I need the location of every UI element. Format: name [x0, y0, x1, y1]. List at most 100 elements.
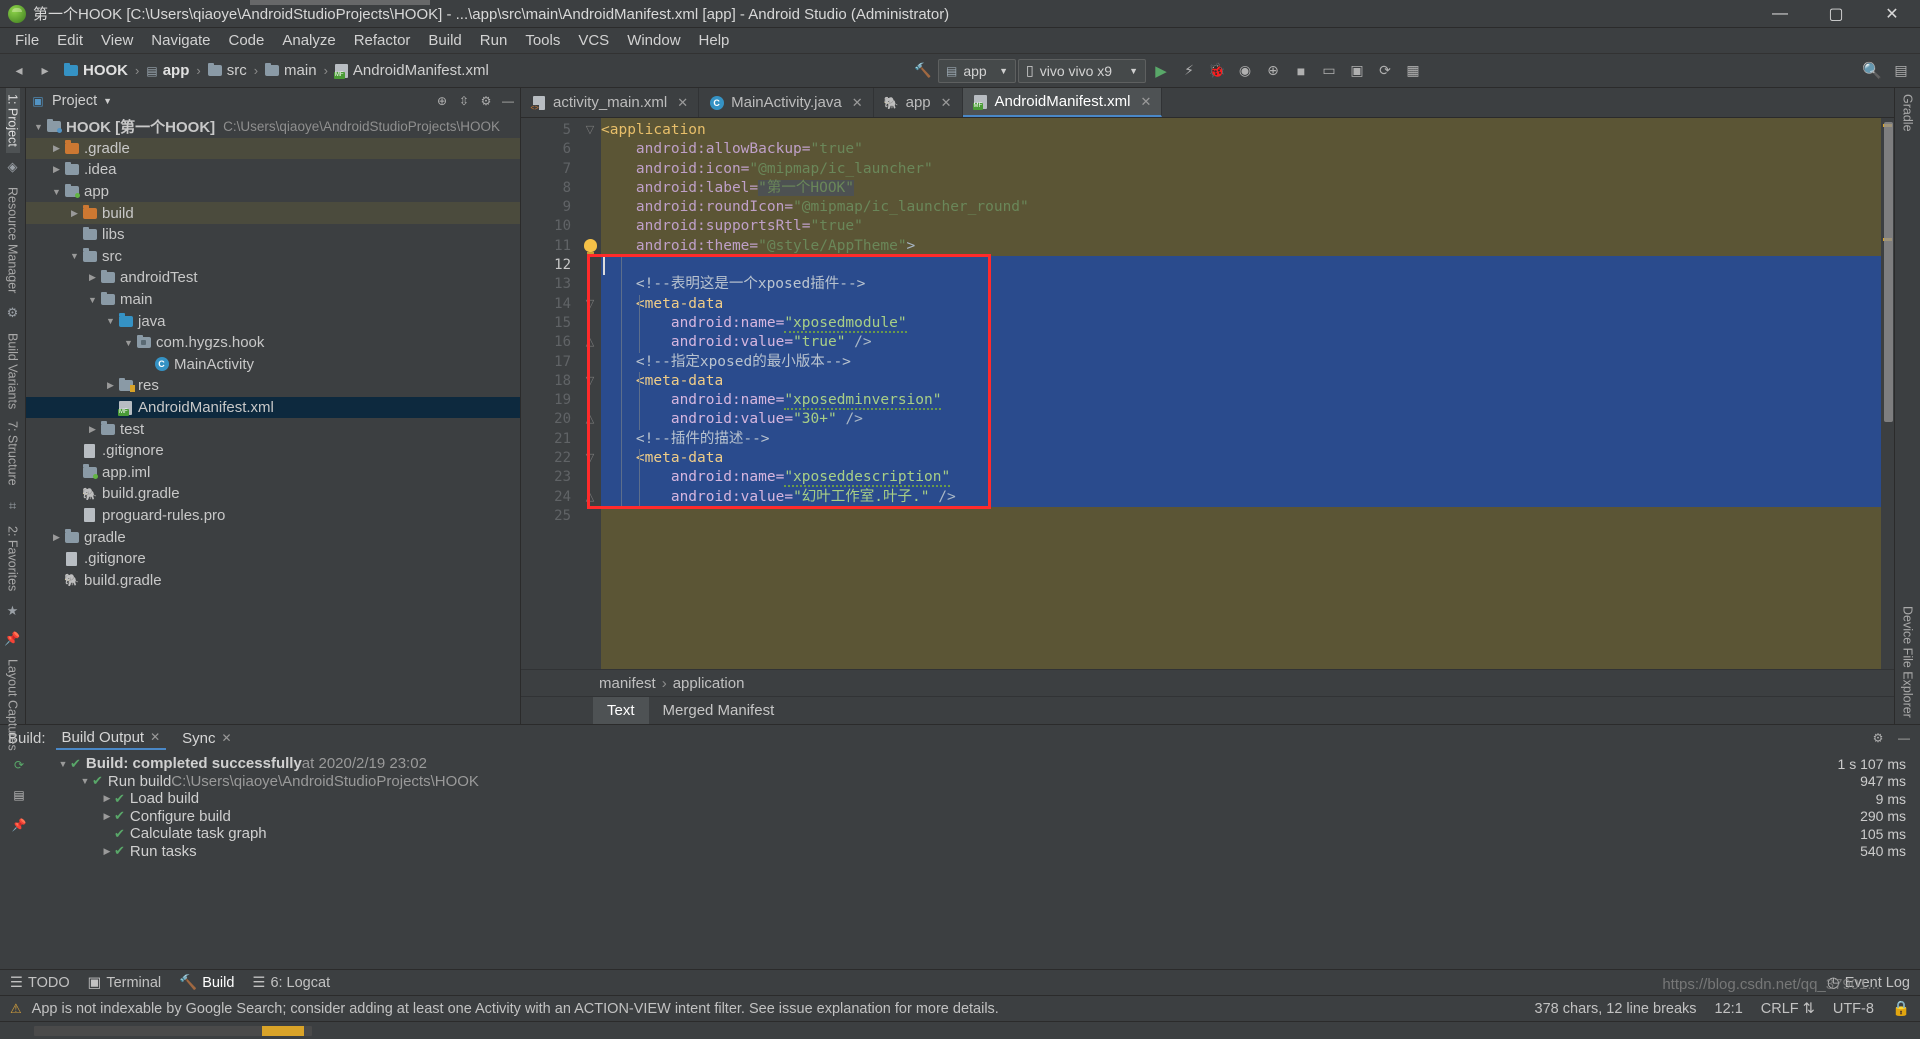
- close-icon[interactable]: ✕: [852, 95, 863, 111]
- chevron-down-icon[interactable]: ▼: [78, 776, 92, 786]
- forward-icon[interactable]: ▸: [32, 59, 58, 83]
- strip-item-terminal[interactable]: ▣ Terminal: [88, 975, 162, 991]
- chevron-right-icon[interactable]: ▶: [100, 793, 114, 804]
- tab-merged-manifest[interactable]: Merged Manifest: [649, 697, 789, 724]
- settings-icon-build[interactable]: ⚙: [1870, 730, 1886, 746]
- build-output-tree[interactable]: ▼ ✔ Build: completed successfully at 2020/…: [38, 751, 1920, 969]
- rail-item-favorites[interactable]: 2: Favorites: [6, 520, 20, 597]
- code-line[interactable]: android:theme="@style/AppTheme">: [601, 237, 1881, 256]
- project-tree-item-hook-hook-[interactable]: ▼ HOOK [第一个HOOK] C:\Users\qiaoye\AndroidSt…: [26, 116, 520, 138]
- code-line[interactable]: <meta-data: [601, 371, 1881, 392]
- rerun-icon[interactable]: ⟳: [11, 757, 27, 773]
- rail-item-project[interactable]: 1: Project: [5, 88, 20, 153]
- chevron-down-icon[interactable]: ▼: [56, 759, 70, 769]
- project-tree-item-androidmanifest-xml[interactable]: AndroidManifest.xml: [26, 396, 520, 419]
- code-line[interactable]: android:value="true" />: [601, 333, 1881, 353]
- caret-position[interactable]: 12:1: [1715, 1001, 1743, 1017]
- lock-icon[interactable]: 🔒: [1892, 1000, 1910, 1017]
- hide-icon[interactable]: —: [500, 93, 516, 109]
- code-fold-toggle[interactable]: △: [579, 333, 601, 352]
- back-icon[interactable]: ◂: [6, 59, 32, 83]
- filter-icon[interactable]: ▤: [11, 787, 27, 803]
- sync-gradle-icon[interactable]: ⟳: [1372, 59, 1398, 83]
- code-line[interactable]: [601, 507, 1881, 526]
- code-line[interactable]: android:value="幻叶工作室.叶子." />: [601, 487, 1881, 507]
- code-folding-gutter[interactable]: ▽ ▽ △ ▽ △ ▽ △: [579, 118, 601, 669]
- close-icon[interactable]: ✕: [1140, 94, 1151, 110]
- stop-icon[interactable]: ■: [1288, 59, 1314, 83]
- editor-tab-app[interactable]: 🐘 app ✕: [874, 88, 963, 117]
- rail-item-gradle[interactable]: Gradle: [1901, 88, 1915, 138]
- project-structure-icon[interactable]: ▤: [1888, 59, 1914, 83]
- chevron-down-icon[interactable]: ▼: [122, 338, 135, 348]
- breadcrumb-item-hook[interactable]: HOOK: [60, 60, 132, 81]
- avd-manager-icon[interactable]: ▭: [1316, 59, 1342, 83]
- build-output-row[interactable]: ▼ ✔ Build: completed successfully at 2020/…: [38, 755, 1920, 773]
- chevron-right-icon[interactable]: ▶: [68, 208, 81, 219]
- project-tree-item-build-gradle[interactable]: 🐘 build.gradle: [26, 483, 520, 505]
- tab-build-output[interactable]: Build Output ✕: [55, 727, 167, 750]
- chevron-down-icon[interactable]: ▼: [50, 187, 63, 197]
- menu-file[interactable]: File: [6, 30, 48, 51]
- run-configuration-selector[interactable]: ▤ app ▼: [938, 58, 1016, 83]
- menu-refactor[interactable]: Refactor: [345, 30, 420, 51]
- chevron-right-icon[interactable]: ▶: [100, 846, 114, 857]
- tab-text[interactable]: Text: [593, 697, 649, 724]
- code-line[interactable]: <!--插件的描述-->: [601, 429, 1881, 450]
- breadcrumb-item-src[interactable]: src: [204, 60, 251, 81]
- editor-tab-activity-main-xml[interactable]: activity_main.xml ✕: [521, 88, 700, 117]
- chevron-right-icon[interactable]: ▶: [104, 380, 117, 391]
- chevron-down-icon[interactable]: ▼: [104, 316, 117, 326]
- code-line[interactable]: android:supportsRtl="true": [601, 217, 1881, 236]
- apply-changes-icon[interactable]: ⚡: [1176, 59, 1202, 83]
- project-tree-item-main[interactable]: ▼ main: [26, 289, 520, 311]
- tab-sync[interactable]: Sync ✕: [176, 728, 237, 749]
- chevron-right-icon[interactable]: ▶: [86, 272, 99, 283]
- maximize-button[interactable]: ▢: [1808, 0, 1864, 28]
- rail-item-layout-captures[interactable]: Layout Captures: [6, 653, 20, 757]
- chevron-down-icon[interactable]: ▼: [68, 251, 81, 261]
- strip-item-todo[interactable]: ☰ TODO: [10, 975, 70, 991]
- menu-vcs[interactable]: VCS: [569, 30, 618, 51]
- menu-edit[interactable]: Edit: [48, 30, 92, 51]
- settings-icon[interactable]: ⚙: [478, 93, 494, 109]
- project-tree-item--gradle[interactable]: ▶ .gradle: [26, 137, 520, 160]
- project-tree-item--idea[interactable]: ▶ .idea: [26, 159, 520, 181]
- project-tree-item-app[interactable]: ▼ app: [26, 181, 520, 203]
- sdk-manager-icon[interactable]: ▣: [1344, 59, 1370, 83]
- project-tree-item-gradle[interactable]: ▶ gradle: [26, 526, 520, 548]
- build-output-row[interactable]: ▶ ✔ Run tasks 540 ms: [38, 843, 1920, 861]
- project-tree-item-libs[interactable]: libs: [26, 224, 520, 246]
- menu-navigate[interactable]: Navigate: [142, 30, 219, 51]
- build-output-row[interactable]: ▶ ✔ Load build 9 ms: [38, 790, 1920, 808]
- editor-tab-mainactivity-java[interactable]: C MainActivity.java ✕: [699, 88, 874, 117]
- close-icon-build-output[interactable]: ✕: [150, 730, 160, 744]
- attach-debugger-icon[interactable]: ⊕: [1260, 59, 1286, 83]
- build-output-row[interactable]: ▼ ✔ Run build C:\Users\qiaoye\AndroidStudi…: [38, 773, 1920, 791]
- layout-inspector-icon[interactable]: ▦: [1400, 59, 1426, 83]
- pin-icon-build[interactable]: 📌: [11, 817, 27, 833]
- rail-item-build-variants[interactable]: Build Variants: [6, 327, 20, 415]
- locate-icon[interactable]: ⊕: [434, 93, 450, 109]
- close-icon[interactable]: ✕: [677, 95, 688, 111]
- project-pane-title[interactable]: ▣ Project ▼: [30, 93, 112, 109]
- chevron-down-icon[interactable]: ▼: [32, 122, 45, 132]
- chevron-right-icon[interactable]: ▶: [50, 143, 63, 154]
- code-line[interactable]: <application: [601, 121, 1881, 140]
- close-icon[interactable]: ✕: [941, 95, 952, 111]
- code-line[interactable]: android:value="30+" />: [601, 410, 1881, 430]
- menu-tools[interactable]: Tools: [516, 30, 569, 51]
- breadcrumb-manifest[interactable]: manifest: [599, 675, 656, 692]
- menu-analyze[interactable]: Analyze: [273, 30, 344, 51]
- line-separator[interactable]: CRLF ⇅: [1761, 1001, 1815, 1017]
- chevron-right-icon[interactable]: ▶: [50, 164, 63, 175]
- code-line[interactable]: android:label="第一个HOOK": [601, 179, 1881, 198]
- debug-icon[interactable]: 🐞: [1204, 59, 1230, 83]
- code-content[interactable]: <application android:allowBackup="true" …: [601, 118, 1881, 669]
- strip-item-build[interactable]: 🔨 Build: [179, 974, 234, 992]
- build-output-row[interactable]: ✔ Calculate task graph 105 ms: [38, 825, 1920, 843]
- collapse-all-icon[interactable]: ⇳: [456, 93, 472, 109]
- hide-icon-build[interactable]: —: [1896, 730, 1912, 746]
- breadcrumb-item-manifest[interactable]: AndroidManifest.xml: [331, 60, 493, 81]
- menu-window[interactable]: Window: [618, 30, 689, 51]
